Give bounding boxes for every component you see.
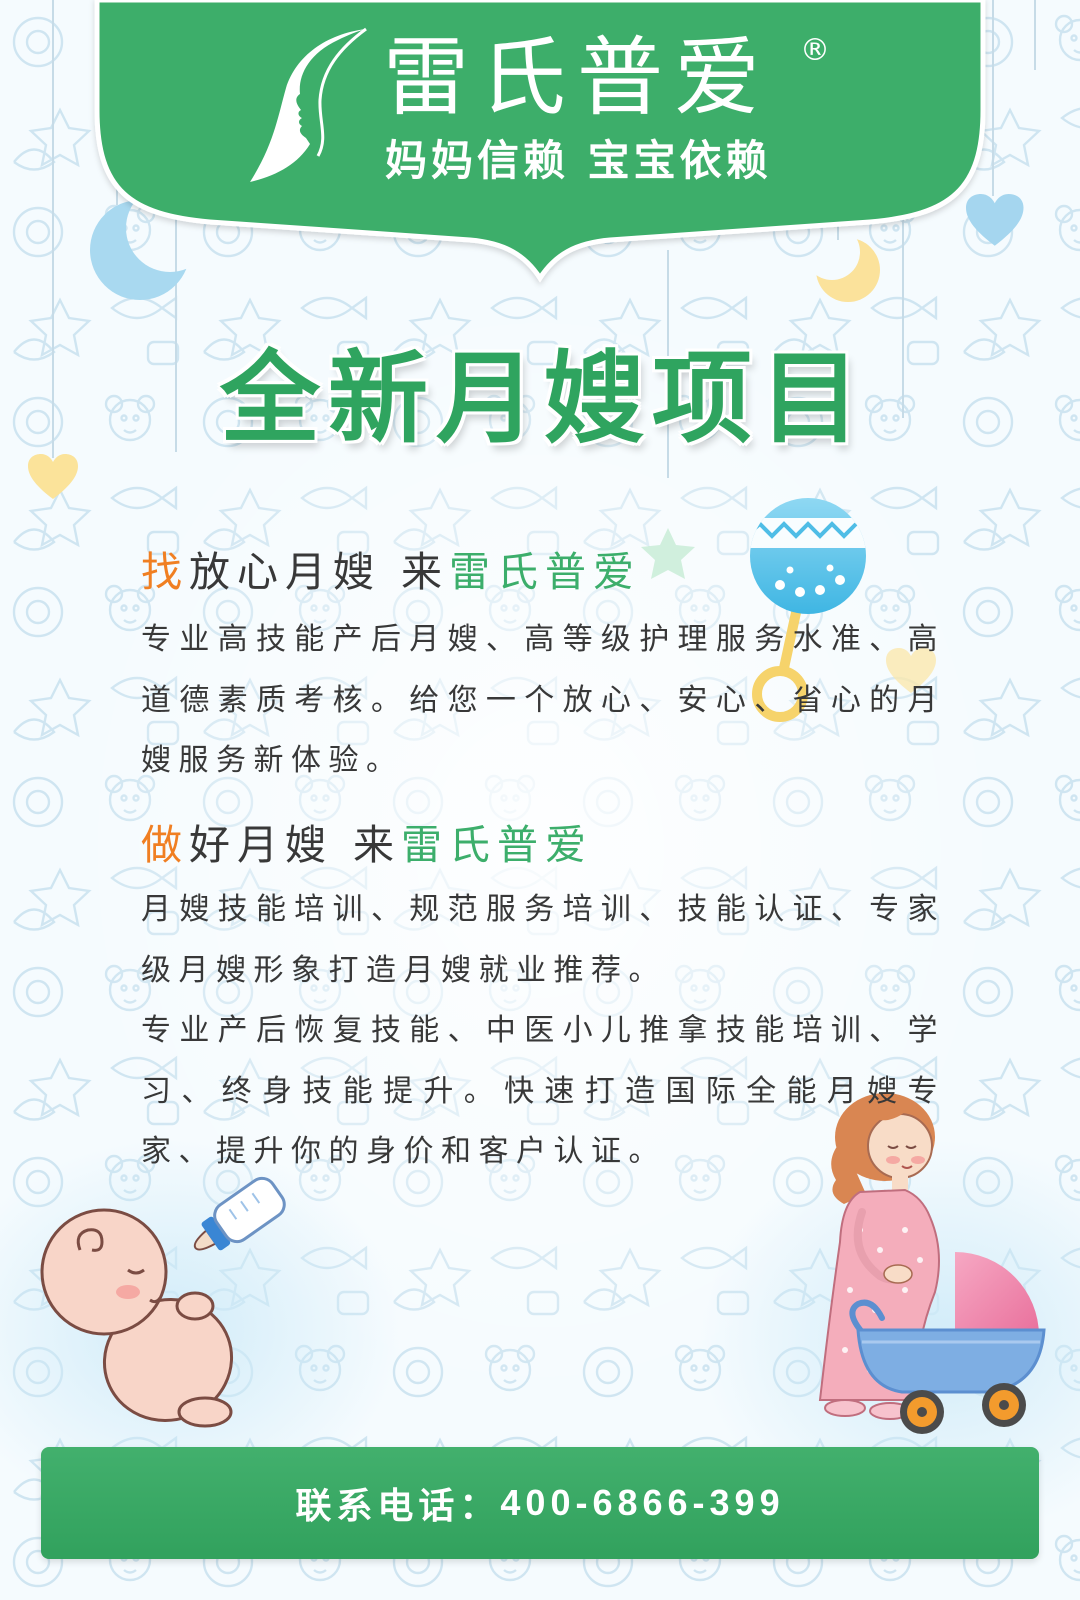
heading-brand-text: 雷氏普爱 xyxy=(449,548,642,596)
paragraph-line: 嫂服务新体验。 xyxy=(141,743,404,779)
paragraph-line: 月嫂技能培训、规范服务培训、技能认证、专家 xyxy=(141,892,945,927)
paragraph-line: 家、提升你的身价和客户认证。 xyxy=(141,1134,666,1170)
heading-lead-char: 找 xyxy=(141,548,189,596)
section-body: 专业高技能产后月嫂、高等级护理服务水准、高 道德素质考核。给您一个放心、安心、省… xyxy=(141,610,945,792)
poster: 雷氏普爱 ® 妈妈信赖 宝宝依赖 全新月嫂项目 找放心月嫂 来雷氏普爱 专业高技… xyxy=(0,0,1080,1600)
paragraph: 专业高技能产后月嫂、高等级护理服务水准、高 道德素质考核。给您一个放心、安心、省… xyxy=(141,610,945,792)
paragraph-line: 级月嫂形象打造月嫂就业推荐。 xyxy=(141,952,666,988)
paragraph-line: 道德素质考核。给您一个放心、安心、省心的月 xyxy=(141,682,945,718)
header-banner xyxy=(94,0,986,283)
heading-middle-text: 放心月嫂 来 xyxy=(189,548,450,596)
heading-middle-text: 好月嫂 来 xyxy=(189,821,402,869)
paragraph: 专业产后恢复技能、中医小儿推拿技能培训、学 习、终身技能提升。快速打造国际全能月… xyxy=(141,1001,945,1183)
page-title: 全新月嫂项目 xyxy=(220,339,868,457)
contact-label: 联系电话： xyxy=(295,1485,501,1526)
heading-brand-text: 雷氏普爱 xyxy=(401,821,594,869)
registered-mark: ® xyxy=(800,33,830,68)
section-heading: 找放心月嫂 来雷氏普爱 xyxy=(141,547,641,597)
brand-name: 雷氏普爱 xyxy=(383,28,771,128)
paragraph-line: 习、终身技能提升。快速打造国际全能月嫂专 xyxy=(141,1073,945,1109)
paragraph-line: 专业高技能产后月嫂、高等级护理服务水准、高 xyxy=(141,622,945,657)
paragraph-line: 专业产后恢复技能、中医小儿推拿技能培训、学 xyxy=(141,1013,945,1049)
contact-phone-bar[interactable]: 联系电话： 400-6866-399 xyxy=(41,1447,1039,1559)
paragraph: 月嫂技能培训、规范服务培训、技能认证、专家 级月嫂形象打造月嫂就业推荐。 xyxy=(141,880,945,1001)
contact-phone-number: 400-6866-399 xyxy=(500,1482,785,1523)
section-heading: 做好月嫂 来雷氏普爱 xyxy=(141,820,593,870)
brand-tagline: 妈妈信赖 宝宝依赖 xyxy=(385,136,772,185)
section-body: 月嫂技能培训、规范服务培训、技能认证、专家 级月嫂形象打造月嫂就业推荐。 专业产… xyxy=(141,880,945,1183)
heading-lead-char: 做 xyxy=(141,821,189,869)
